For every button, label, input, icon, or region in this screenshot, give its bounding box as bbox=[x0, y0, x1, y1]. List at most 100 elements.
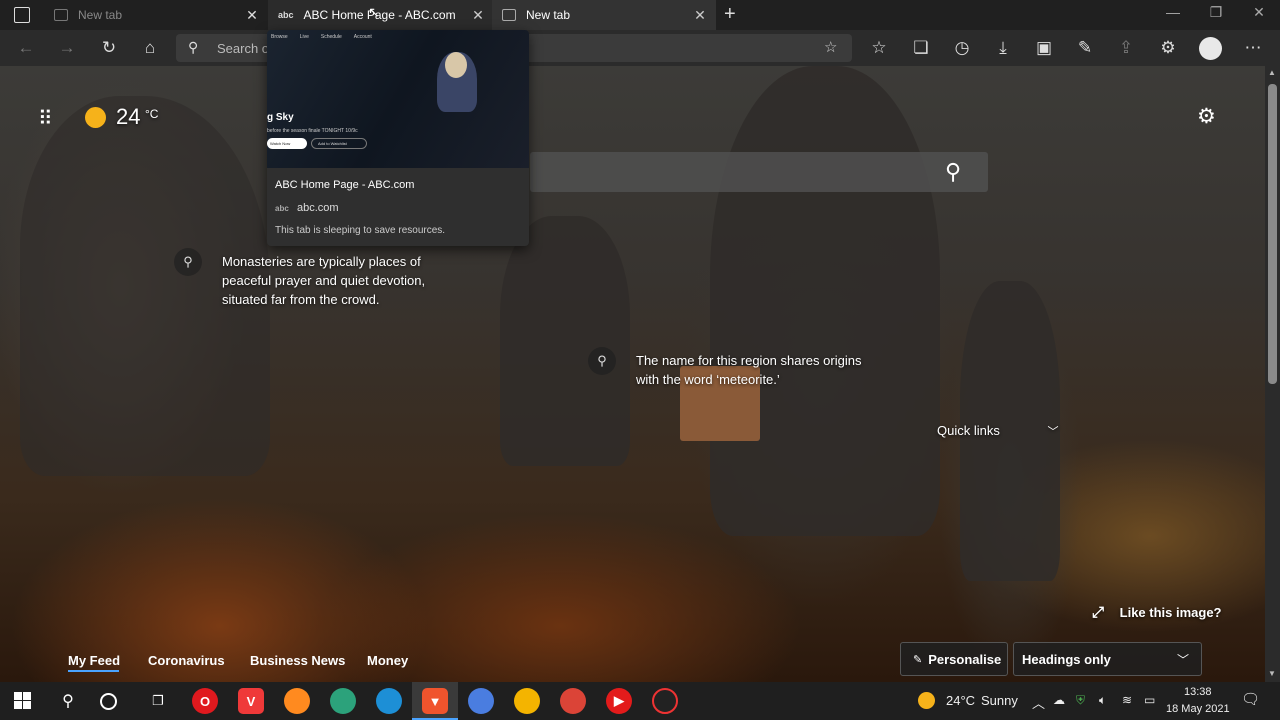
address-input[interactable]: Search o bbox=[217, 41, 269, 56]
share-icon[interactable]: ⇪ bbox=[1115, 37, 1137, 59]
close-icon[interactable]: ✕ bbox=[470, 7, 486, 24]
edge-icon[interactable] bbox=[376, 688, 402, 714]
preview-title: ABC Home Page - ABC.com bbox=[275, 179, 415, 191]
personalise-label: Personalise bbox=[928, 651, 1002, 667]
brave-icon[interactable]: ▼ bbox=[422, 688, 448, 714]
chrome-icon[interactable] bbox=[560, 688, 586, 714]
fact-search-icon[interactable]: ⚲ bbox=[174, 248, 202, 276]
volume-icon[interactable]: 🔈︎ bbox=[1099, 693, 1106, 708]
extensions-icon[interactable]: ✎ bbox=[1074, 37, 1096, 59]
abc-favicon-icon: abc bbox=[278, 10, 294, 20]
back-icon[interactable]: ← bbox=[15, 37, 37, 59]
weather-sun-icon bbox=[85, 107, 106, 128]
battery-icon[interactable]: ▭ bbox=[1144, 693, 1155, 707]
tab-new-1[interactable]: New tab ✕ bbox=[44, 0, 266, 30]
minimize-icon[interactable]: — bbox=[1163, 4, 1183, 20]
record-icon[interactable] bbox=[652, 688, 678, 714]
weather-widget[interactable]: 24 °C bbox=[116, 104, 158, 130]
feed-tab-my-feed[interactable]: My Feed bbox=[68, 653, 120, 668]
weather-unit: °C bbox=[144, 107, 159, 121]
thumb-nav: Browse Live Schedule Account bbox=[271, 34, 372, 40]
fact-text[interactable]: The name for this region shares origins … bbox=[636, 351, 876, 389]
search-icon[interactable]: ⚲ bbox=[945, 159, 961, 185]
show-hidden-icons-icon[interactable]: ︿ bbox=[1032, 693, 1045, 712]
vivaldi-icon[interactable]: V bbox=[238, 688, 264, 714]
layout-select-value: Headings only bbox=[1022, 651, 1111, 667]
close-icon[interactable]: ✕ bbox=[244, 7, 260, 24]
thumb-button-watch: Watch Now bbox=[267, 138, 307, 149]
thumb-button-add: Add to Watchlist bbox=[311, 138, 367, 149]
tab-label: New tab bbox=[526, 8, 571, 22]
puzzle-icon[interactable]: ⚙ bbox=[1157, 37, 1179, 59]
like-image[interactable]: ⤢ Like this image? bbox=[1092, 604, 1222, 621]
collections-icon[interactable]: ❏ bbox=[910, 37, 932, 59]
scroll-up-icon[interactable]: ▲ bbox=[1268, 68, 1276, 77]
more-menu-icon[interactable]: ⋯ bbox=[1242, 37, 1264, 59]
cortana-icon[interactable] bbox=[100, 693, 117, 710]
refresh-icon[interactable]: ↻ bbox=[98, 37, 120, 59]
chevron-down-icon: ﹀ bbox=[1176, 653, 1189, 667]
preview-thumbnail: Browse Live Schedule Account g Sky befor… bbox=[267, 30, 529, 168]
feed-tab-money[interactable]: Money bbox=[367, 653, 408, 668]
youtube-music-icon[interactable]: ▶ bbox=[606, 688, 632, 714]
quick-links-label: Quick links bbox=[937, 423, 1000, 438]
weather-temp: 24 bbox=[116, 104, 141, 129]
security-icon[interactable]: ⛨ bbox=[1076, 693, 1085, 708]
tab-actions-icon[interactable] bbox=[14, 7, 30, 23]
personalise-button[interactable]: ✎ Personalise bbox=[900, 642, 1008, 676]
task-view-icon[interactable]: ❐ bbox=[145, 688, 171, 714]
tab-page-icon bbox=[502, 9, 516, 21]
new-tab-plus-icon[interactable]: + bbox=[724, 3, 736, 26]
clock-time[interactable]: 13:38 bbox=[1184, 686, 1212, 698]
taskbar-weather-temp[interactable]: 24°C bbox=[946, 693, 975, 708]
apps-grid-icon[interactable]: ⠿ bbox=[38, 106, 53, 131]
web-search-box[interactable]: ⚲ bbox=[530, 152, 988, 192]
search-icon: ⚲ bbox=[188, 39, 199, 55]
taskbar-weather-sun-icon bbox=[918, 692, 935, 709]
screenshot-icon[interactable]: ▣ bbox=[1033, 37, 1055, 59]
home-icon[interactable]: ⌂ bbox=[139, 37, 161, 59]
taskbar-weather-cond[interactable]: Sunny bbox=[981, 693, 1018, 708]
chromium-icon[interactable] bbox=[468, 688, 494, 714]
fact-search-icon[interactable]: ⚲ bbox=[588, 347, 616, 375]
mouse-cursor-icon: ↖ bbox=[368, 4, 380, 20]
abc-favicon-icon: abc bbox=[275, 204, 289, 213]
windows-start-icon[interactable] bbox=[14, 692, 31, 709]
add-favorite-icon[interactable]: ☆ bbox=[824, 38, 837, 56]
profile-avatar[interactable] bbox=[1199, 37, 1222, 60]
downloads-icon[interactable]: ⤓ bbox=[992, 37, 1014, 59]
close-window-icon[interactable]: ✕ bbox=[1249, 4, 1269, 21]
history-icon[interactable]: ◷ bbox=[951, 37, 973, 59]
forward-icon[interactable]: → bbox=[56, 37, 78, 59]
settings-gear-icon[interactable]: ⚙ bbox=[1197, 104, 1216, 129]
edge-canary-icon[interactable] bbox=[330, 688, 356, 714]
search-icon[interactable]: ⚲ bbox=[55, 688, 81, 714]
fact-text[interactable]: Monasteries are typically places of peac… bbox=[222, 252, 447, 309]
tab-hover-preview: Browse Live Schedule Account g Sky befor… bbox=[267, 30, 529, 246]
feed-tab-business-news[interactable]: Business News bbox=[250, 653, 345, 668]
tab-page-icon bbox=[54, 9, 68, 21]
favorites-icon[interactable]: ☆ bbox=[868, 37, 890, 59]
firefox-icon[interactable] bbox=[284, 688, 310, 714]
onedrive-icon[interactable]: ☁ bbox=[1053, 693, 1065, 707]
maximize-icon[interactable]: ❐ bbox=[1206, 4, 1226, 21]
notifications-icon[interactable]: 🗨︎ bbox=[1241, 690, 1260, 708]
wifi-icon[interactable]: ≋ bbox=[1122, 693, 1132, 707]
tab-new-2[interactable]: New tab ✕ bbox=[492, 0, 716, 30]
feed-tab-coronavirus[interactable]: Coronavirus bbox=[148, 653, 225, 668]
preview-status: This tab is sleeping to save resources. bbox=[275, 225, 446, 236]
clock-date[interactable]: 18 May 2021 bbox=[1166, 703, 1230, 715]
expand-icon: ⤢ bbox=[1092, 604, 1105, 621]
quick-links-toggle[interactable]: Quick links ﹀ bbox=[937, 423, 1058, 439]
close-icon[interactable]: ✕ bbox=[692, 7, 708, 24]
layout-select[interactable]: Headings only ﹀ bbox=[1013, 642, 1202, 676]
tab-abc[interactable]: abc ABC Home Page - ABC.com ✕ bbox=[268, 0, 492, 30]
chrome-canary-icon[interactable] bbox=[514, 688, 540, 714]
active-tab-underline bbox=[68, 670, 119, 672]
tab-label: New tab bbox=[78, 8, 123, 22]
thumb-caption: before the season finale TONIGHT 10/9c bbox=[267, 128, 358, 134]
thumb-heading: g Sky bbox=[267, 112, 294, 123]
scroll-down-icon[interactable]: ▼ bbox=[1268, 669, 1276, 678]
scrollbar-thumb[interactable] bbox=[1268, 84, 1277, 384]
opera-icon[interactable]: O bbox=[192, 688, 218, 714]
